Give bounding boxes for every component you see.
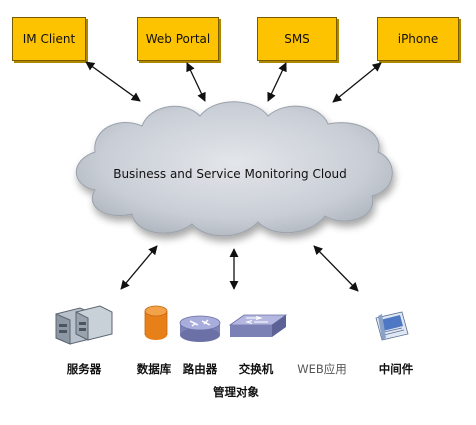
arrow-cloud-middleware (313, 245, 359, 292)
node-label-server: 服务器 (66, 362, 102, 376)
arrow-cloud-servers (120, 245, 158, 290)
node-label-router: 路由器 (182, 362, 218, 376)
cloud-label: Business and Service Monitoring Cloud (113, 167, 347, 181)
node-label-switch: 交换机 (238, 362, 274, 376)
arrow-sms-cloud (267, 62, 287, 102)
arrow-webportal-cloud (186, 62, 206, 102)
node-label-middleware: 中间件 (378, 362, 414, 376)
database-icon (144, 305, 168, 340)
router-icon (179, 315, 221, 342)
middleware-icon (375, 311, 409, 341)
node-label-web-app: WEB应用 (297, 362, 347, 376)
switch-icon (228, 314, 288, 337)
server-icon (55, 305, 113, 345)
arrow-im-cloud (85, 61, 141, 102)
group-label-managed-objects: 管理对象 (213, 385, 259, 399)
arrow-iphone-cloud (332, 62, 382, 103)
